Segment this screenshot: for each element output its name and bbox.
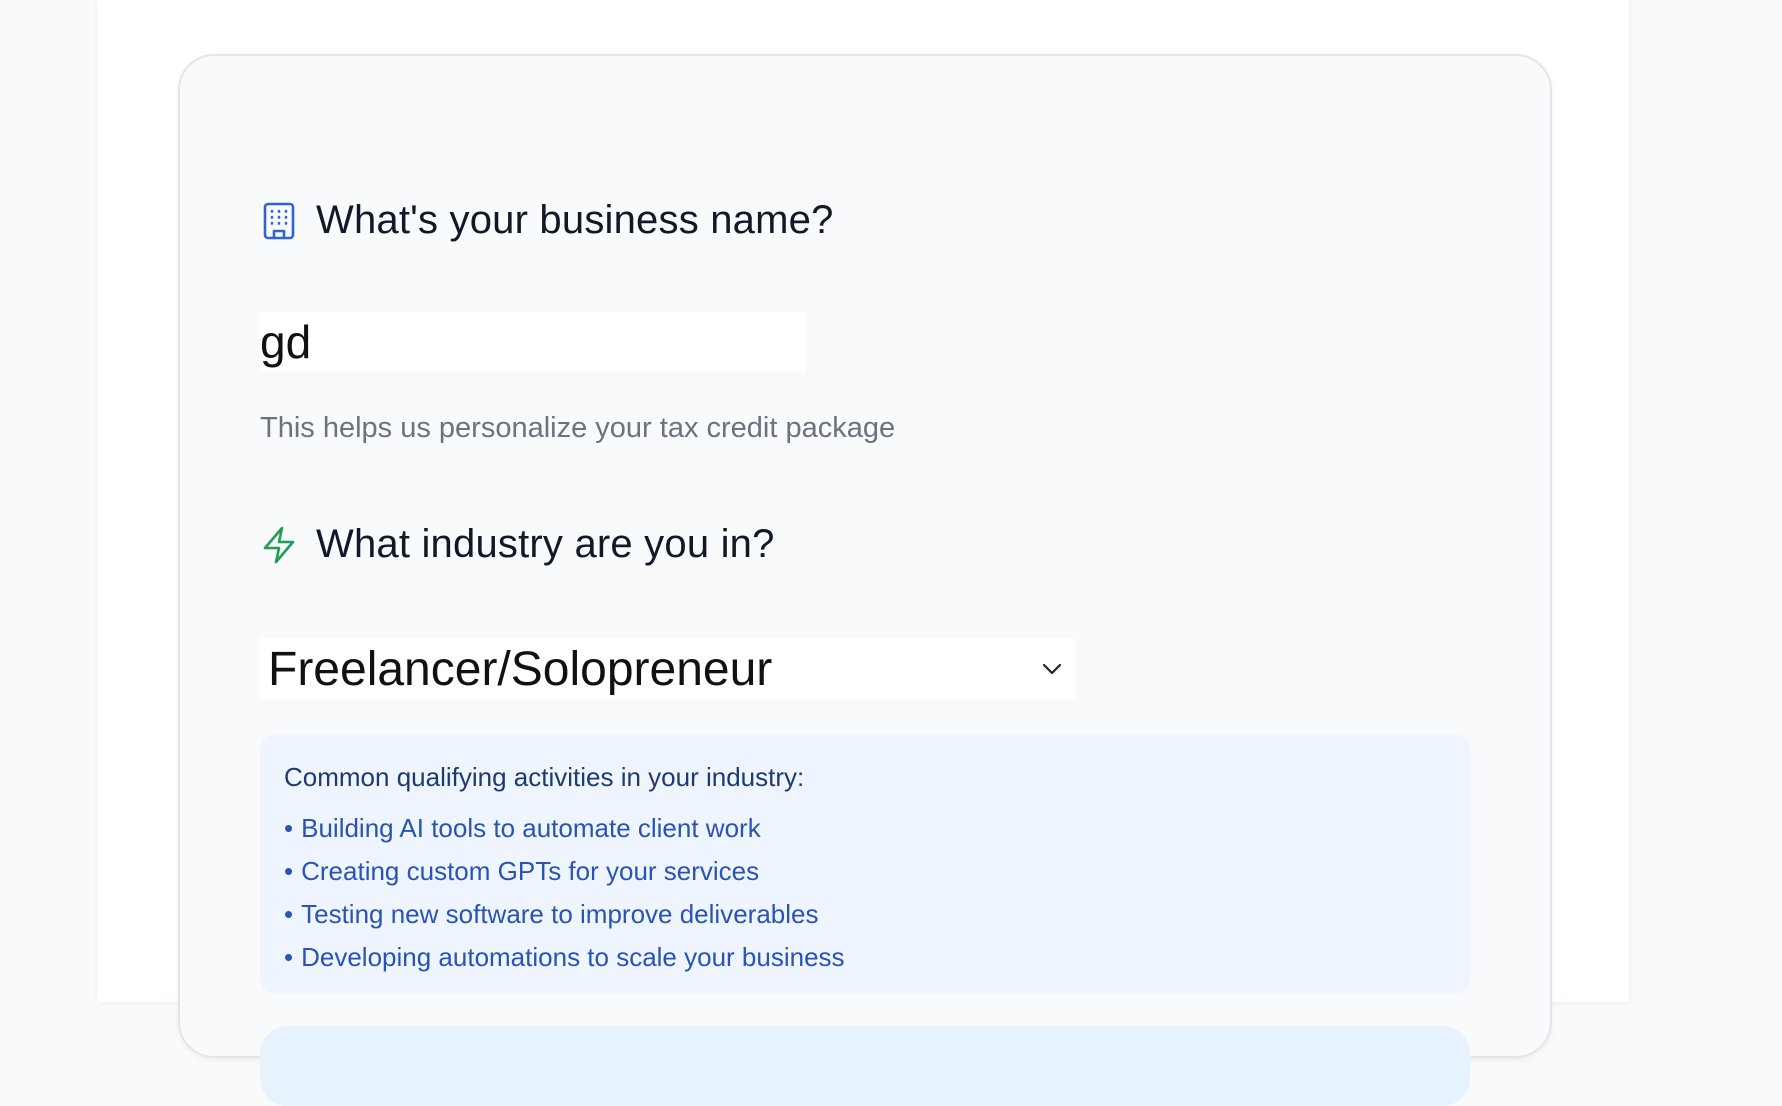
chevron-down-icon xyxy=(1037,654,1067,684)
list-item: • Developing automations to scale your bu… xyxy=(284,936,1446,979)
qualifying-activities-box: Common qualifying activities in your ind… xyxy=(260,734,1470,994)
list-item: • Testing new software to improve deliver… xyxy=(284,893,1446,936)
industry-select[interactable]: Freelancer/Solopreneur xyxy=(260,638,1075,700)
industry-selected-value: Freelancer/Solopreneur xyxy=(268,642,773,696)
info-panel xyxy=(260,1026,1470,1106)
activities-list: • Building AI tools to automate client wo… xyxy=(284,807,1446,979)
industry-question: What industry are you in? xyxy=(260,522,775,567)
business-name-question: What's your business name? xyxy=(260,198,834,243)
lightning-icon xyxy=(260,526,298,564)
list-item: • Creating custom GPTs for your services xyxy=(284,850,1446,893)
list-item: • Building AI tools to automate client wo… xyxy=(284,807,1446,850)
bullet: • xyxy=(284,813,294,843)
business-name-helper: This helps us personalize your tax credi… xyxy=(260,412,896,444)
activity-text: Testing new software to improve delivera… xyxy=(301,899,819,929)
building-icon xyxy=(260,202,298,240)
activities-title: Common qualifying activities in your ind… xyxy=(284,762,805,792)
activity-text: Creating custom GPTs for your services xyxy=(301,856,760,886)
form-card: What's your business name? This helps us… xyxy=(178,54,1552,1106)
business-name-input[interactable] xyxy=(260,312,806,372)
bullet: • xyxy=(284,942,294,972)
page-container: What's your business name? This helps us… xyxy=(97,0,1629,1106)
activity-text: Developing automations to scale your bus… xyxy=(301,942,845,972)
industry-label: What industry are you in? xyxy=(316,522,775,566)
activity-text: Building AI tools to automate client wor… xyxy=(301,813,761,843)
business-name-label: What's your business name? xyxy=(316,198,834,242)
bullet: • xyxy=(284,899,294,929)
bullet: • xyxy=(284,856,294,886)
